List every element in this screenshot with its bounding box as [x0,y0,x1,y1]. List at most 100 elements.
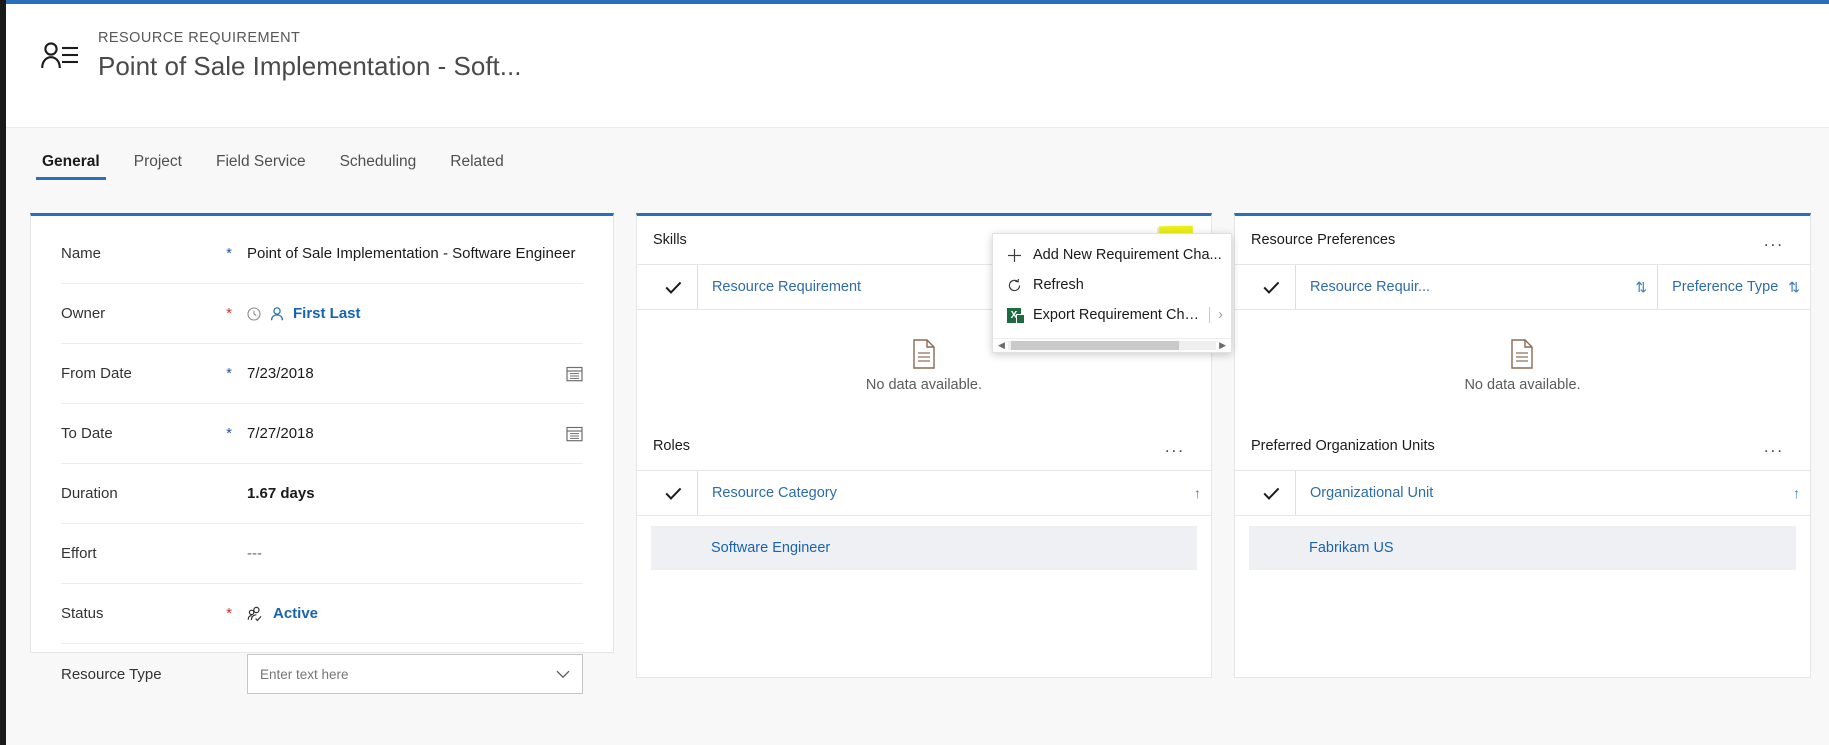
sort-arrows-icon[interactable]: ⇅ [1778,279,1800,296]
roles-title: Roles [652,438,691,454]
field-label-name: Name [61,245,102,262]
tab-general[interactable]: General [30,153,112,180]
menu-divider [1209,307,1211,323]
resource-preferences-empty-text: No data available. [1464,377,1581,393]
field-row-resource-type: Resource Type Enter text here [61,644,583,704]
field-row-status: Status * Active [61,584,583,644]
roles-cell-resource-category[interactable]: Software Engineer [697,540,830,556]
sort-arrow-icon[interactable]: ↑ [1783,485,1800,501]
field-value-owner[interactable]: First Last [237,305,583,322]
field-value-from-date[interactable]: 7/23/2018 [237,365,583,382]
owner-link[interactable]: First Last [293,305,361,322]
required-marker-from-date: * [226,365,232,382]
field-value-status[interactable]: Active [237,605,583,622]
scrollbar-track[interactable] [1007,341,1217,350]
general-form-card: Name * Point of Sale Implementation - So… [30,213,614,694]
field-row-owner: Owner * First Last [61,284,583,344]
resource-preferences-section: Resource Preferences ... Resource Requir… [1234,216,1810,422]
table-row[interactable]: Software Engineer [650,526,1197,570]
preferred-org-units-section: Preferred Organization Units ... Organiz… [1234,422,1810,570]
menu-item-add-new-requirement-characteristic[interactable]: Add New Requirement Cha... [993,240,1231,270]
preferred-org-units-grid-header: Organizational Unit ↑ [1234,470,1810,516]
tab-field-service[interactable]: Field Service [204,153,318,180]
field-row-to-date: To Date * 7/27/2018 [61,404,583,464]
refresh-icon [1007,278,1033,293]
preferences-card: Resource Preferences ... Resource Requir… [1233,213,1811,678]
app-window: RESOURCE REQUIREMENT Point of Sale Imple… [0,0,1829,745]
select-all-checkmark-icon[interactable] [651,487,697,500]
skills-empty-text: No data available. [865,377,982,393]
preferred-org-units-more-dots: ... [1763,436,1784,456]
tab-project[interactable]: Project [122,153,194,180]
field-row-effort: Effort --- [61,524,583,584]
calendar-icon[interactable] [566,365,583,382]
chevron-right-icon[interactable]: › [1218,307,1223,323]
preferred-org-units-more-button[interactable]: ... [1756,434,1792,459]
contact-list-icon [38,34,82,78]
field-label-status: Status [61,605,104,622]
field-label-owner: Owner [61,305,106,322]
resource-preferences-more-button[interactable]: ... [1756,228,1792,253]
org-units-cell-organizational-unit[interactable]: Fabrikam US [1295,540,1394,556]
menu-item-refresh[interactable]: Refresh [993,270,1231,300]
column-label: Resource Requir... [1309,279,1431,295]
resource-type-placeholder: Enter text here [260,666,349,682]
preferences-column-preference-type[interactable]: Preference Type ⇅ [1657,265,1810,309]
sort-arrows-icon[interactable]: ⇅ [1625,279,1647,296]
column-label: Resource Requirement [711,279,862,295]
page-title: Point of Sale Implementation - Soft... [98,51,522,81]
field-row-duration: Duration 1.67 days [61,464,583,524]
resource-preferences-more-dots: ... [1763,230,1784,250]
to-date-text: 7/27/2018 [247,425,314,442]
field-label-duration: Duration [61,485,118,502]
resource-type-input[interactable]: Enter text here [247,654,583,694]
table-row[interactable]: Fabrikam US [1248,526,1796,570]
submenu-group: › [1203,307,1223,323]
resource-preferences-empty-state: No data available. [1235,310,1810,422]
field-value-duration: 1.67 days [247,485,315,502]
tab-scheduling[interactable]: Scheduling [328,153,429,180]
field-row-name: Name * Point of Sale Implementation - So… [61,224,583,284]
sort-arrow-icon[interactable]: ↑ [1184,485,1201,501]
field-label-from-date: From Date [61,365,132,382]
org-units-column-organizational-unit[interactable]: Organizational Unit ↑ [1294,471,1810,515]
select-all-checkmark-icon[interactable] [1249,487,1295,500]
required-marker-name: * [226,245,232,262]
person-icon [269,306,285,322]
status-link[interactable]: Active [273,605,318,622]
required-marker-owner: * [226,305,232,322]
field-label-effort: Effort [61,545,97,562]
context-menu-scrollbar[interactable]: ◀ ▶ [993,338,1231,352]
select-all-checkmark-icon[interactable] [1249,281,1295,294]
tab-bar: General Project Field Service Scheduling… [6,128,1829,180]
plus-icon [1007,248,1033,263]
column-label: Preference Type [1672,279,1779,295]
calendar-icon[interactable] [566,425,583,442]
menu-item-label: Export Requirement Charac... [1033,307,1203,323]
menu-item-label: Refresh [1033,277,1084,293]
field-value-name[interactable]: Point of Sale Implementation - Software … [237,245,583,262]
field-value-to-date[interactable]: 7/27/2018 [237,425,583,442]
field-label-resource-type: Resource Type [61,665,162,683]
roles-column-resource-category[interactable]: Resource Category ↑ [696,471,1211,515]
record-type-label: RESOURCE REQUIREMENT [98,30,301,46]
menu-item-export-requirement-characteristics[interactable]: X Export Requirement Charac... › [993,300,1231,330]
resource-preferences-title: Resource Preferences [1250,232,1396,248]
resource-preferences-grid-header: Resource Requir... ⇅ Preference Type ⇅ [1234,264,1810,310]
field-value-effort: --- [247,545,262,562]
from-date-text: 7/23/2018 [247,365,314,382]
roles-section: Roles ... Resource Category ↑ Software E… [636,422,1211,570]
document-icon [911,339,937,369]
tab-related[interactable]: Related [438,153,515,180]
scroll-left-arrow-icon[interactable]: ◀ [995,340,1008,351]
preferences-column-resource-requirement[interactable]: Resource Requir... ⇅ [1294,265,1657,309]
person-check-icon [247,606,265,622]
record-header: RESOURCE REQUIREMENT Point of Sale Imple… [6,4,1829,128]
scrollbar-thumb[interactable] [1010,341,1179,350]
roles-more-button[interactable]: ... [1157,434,1193,459]
scroll-right-arrow-icon[interactable]: ▶ [1216,340,1229,351]
skills-title: Skills [652,232,687,248]
field-label-to-date: To Date [61,425,113,442]
chevron-down-icon[interactable] [556,670,570,679]
select-all-checkmark-icon[interactable] [651,281,697,294]
